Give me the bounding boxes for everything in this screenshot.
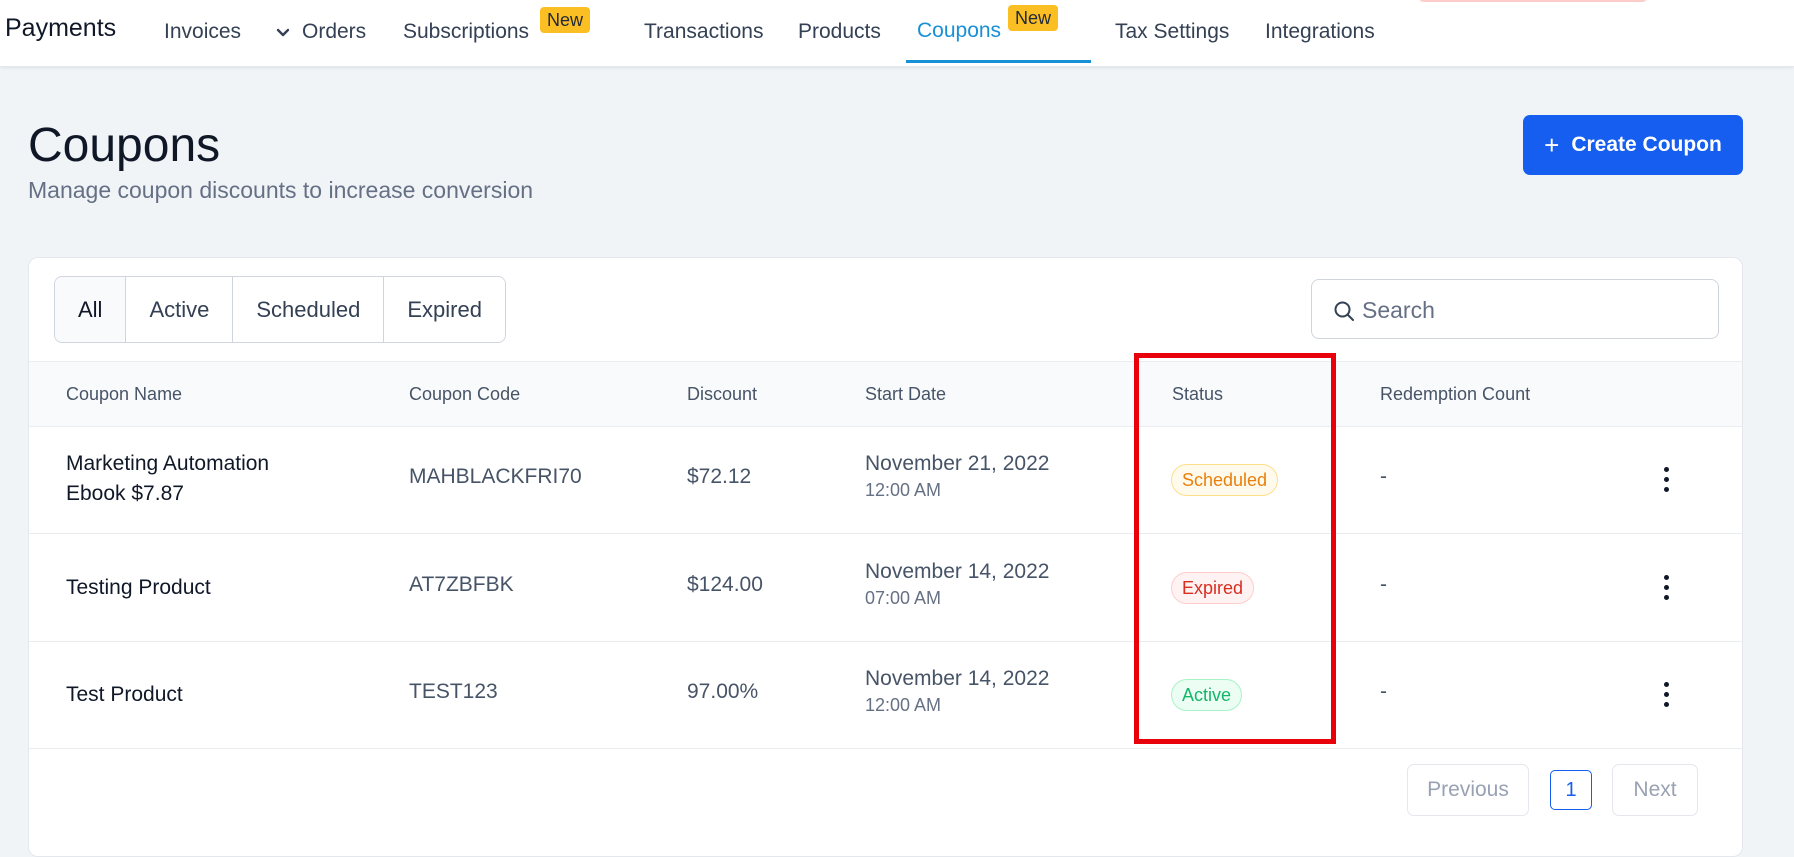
column-header-coupon-code: Coupon Code xyxy=(409,384,521,404)
nav-item-transactions[interactable]: Transactions xyxy=(644,20,763,44)
coupon-discount: $72.12 xyxy=(687,465,752,488)
notification-pill xyxy=(1418,0,1648,2)
new-badge: New xyxy=(540,7,591,33)
start-date: November 14, 2022 07:00 AM xyxy=(865,560,1049,609)
column-header-redemption-count: Redemption Count xyxy=(1380,384,1531,404)
start-date-day: November 14, 2022 xyxy=(865,560,1050,583)
nav-item-coupons[interactable]: Coupons xyxy=(917,19,1001,43)
coupon-code: AT7ZBFBK xyxy=(409,573,514,596)
active-tab-indicator xyxy=(906,60,1091,63)
search-icon xyxy=(1334,301,1354,321)
start-date-time: 12:00 AM xyxy=(865,480,942,500)
nav-item-invoices[interactable]: Invoices xyxy=(164,20,290,44)
new-badge: New xyxy=(1008,5,1059,31)
status-badge: Active xyxy=(1171,679,1243,711)
row-actions-icon[interactable] xyxy=(1654,575,1678,603)
coupon-discount: $124.00 xyxy=(687,573,763,596)
page-number-button[interactable]: 1 xyxy=(1550,770,1592,810)
nav-item-label: Transactions xyxy=(644,20,764,43)
table-header: Coupon Name Coupon Code Discount Start D… xyxy=(29,361,1742,427)
table-row[interactable]: Test Product TEST123 97.00% November 14,… xyxy=(29,642,1742,749)
start-date: November 21, 2022 12:00 AM xyxy=(865,452,1049,501)
column-header-status: Status xyxy=(1172,384,1224,404)
column-header-coupon-name: Coupon Name xyxy=(66,384,183,404)
nav-item-label: Integrations xyxy=(1265,20,1375,43)
coupon-discount: 97.00% xyxy=(687,680,759,703)
coupons-card: All Active Scheduled Expired Coupon Name… xyxy=(28,257,1743,857)
plus-icon: + xyxy=(1544,130,1560,160)
row-actions-icon[interactable] xyxy=(1654,682,1678,710)
nav-item-integrations[interactable]: Integrations xyxy=(1265,20,1375,44)
filter-tab-all[interactable]: All xyxy=(55,277,127,342)
nav-item-subscriptions[interactable]: Subscriptions xyxy=(403,20,529,44)
redemption-count: - xyxy=(1380,680,1387,703)
nav-item-label: Tax Settings xyxy=(1115,20,1230,43)
page-subtitle: Manage coupon discounts to increase conv… xyxy=(28,177,534,203)
table-row[interactable]: Marketing Automation Ebook $7.87 MAHBLAC… xyxy=(29,427,1742,534)
coupon-name: Testing Product xyxy=(66,576,211,599)
status-badge: Expired xyxy=(1171,572,1255,604)
nav-item-label: Orders xyxy=(302,20,367,43)
start-date: November 14, 2022 12:00 AM xyxy=(865,667,1049,716)
create-coupon-button[interactable]: + Create Coupon xyxy=(1523,115,1743,175)
table-row[interactable]: Testing Product AT7ZBFBK $124.00 Novembe… xyxy=(29,535,1742,642)
start-date-time: 07:00 AM xyxy=(865,588,942,608)
status-badge: Scheduled xyxy=(1171,464,1279,496)
redemption-count: - xyxy=(1380,465,1387,488)
redemption-count: - xyxy=(1380,573,1387,596)
previous-page-button[interactable]: Previous xyxy=(1407,764,1529,816)
nav-item-label: Invoices xyxy=(164,20,242,43)
filter-tab-expired[interactable]: Expired xyxy=(384,277,505,342)
filter-tab-active[interactable]: Active xyxy=(126,277,234,342)
start-date-day: November 21, 2022 xyxy=(865,452,1050,475)
top-nav: Payments Invoices Orders Subscriptions N… xyxy=(0,0,1794,67)
coupon-name: Marketing Automation Ebook $7.87 xyxy=(66,452,270,505)
nav-item-label: Subscriptions xyxy=(403,20,530,43)
page-title: Coupons xyxy=(28,119,221,172)
chevron-down-icon xyxy=(276,28,290,37)
filter-tab-scheduled[interactable]: Scheduled xyxy=(233,277,385,342)
column-header-discount: Discount xyxy=(687,384,758,404)
app-brand: Payments xyxy=(5,14,117,42)
nav-item-orders[interactable]: Orders xyxy=(302,20,366,44)
coupon-code: TEST123 xyxy=(409,680,498,703)
row-actions-icon[interactable] xyxy=(1654,467,1678,495)
search-box xyxy=(1311,279,1719,339)
nav-item-label: Products xyxy=(798,20,881,43)
coupon-name: Test Product xyxy=(66,683,183,706)
start-date-day: November 14, 2022 xyxy=(865,667,1050,690)
search-input[interactable] xyxy=(1362,290,1702,330)
start-date-time: 12:00 AM xyxy=(865,695,942,715)
nav-item-tax-settings[interactable]: Tax Settings xyxy=(1115,20,1229,44)
next-page-button[interactable]: Next xyxy=(1612,764,1698,816)
nav-item-products[interactable]: Products xyxy=(798,20,881,44)
coupon-code: MAHBLACKFRI70 xyxy=(409,465,582,488)
column-header-start-date: Start Date xyxy=(865,384,947,404)
create-coupon-label: Create Coupon xyxy=(1571,133,1722,156)
status-filter: All Active Scheduled Expired xyxy=(54,276,506,343)
nav-item-label: Coupons xyxy=(917,19,1002,42)
